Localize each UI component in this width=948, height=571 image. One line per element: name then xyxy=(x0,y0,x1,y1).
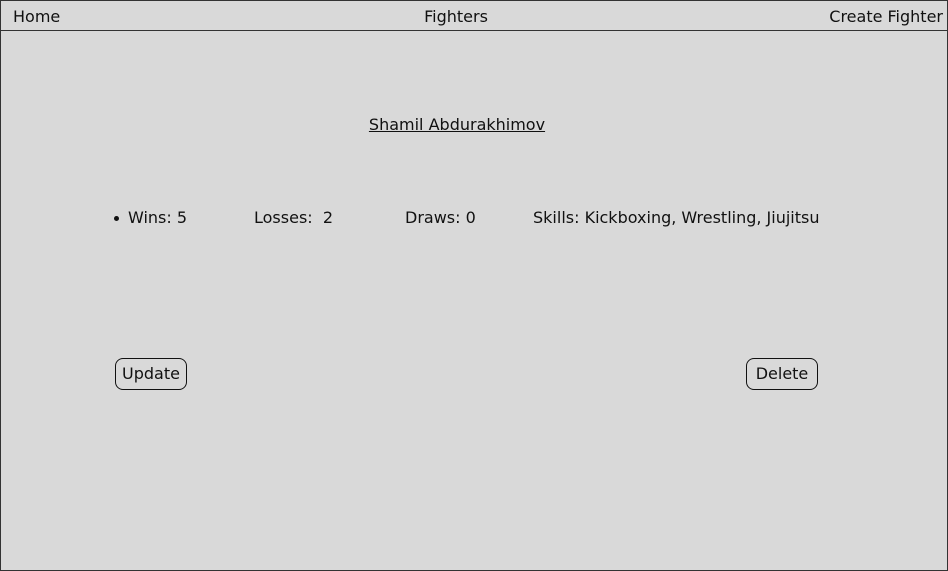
nav-fighters-link[interactable]: Fighters xyxy=(1,7,911,27)
stat-skills: Skills: Kickboxing, Wrestling, Jiujitsu xyxy=(533,208,820,227)
fighter-stats: Wins: 5 Losses: 2 Draws: 0 Skills: Kickb… xyxy=(1,208,947,230)
stat-losses: Losses: 2 xyxy=(254,208,334,227)
page-container: Home Fighters Create Fighter Shamil Abdu… xyxy=(0,0,948,571)
stat-draws: Draws: 0 xyxy=(405,208,476,227)
bullet-icon xyxy=(114,216,119,221)
stat-wins: Wins: 5 xyxy=(128,208,188,227)
fighter-name: Shamil Abdurakhimov xyxy=(368,115,546,134)
nav-create-fighter-link[interactable]: Create Fighter xyxy=(829,7,943,27)
update-button[interactable]: Update xyxy=(115,358,187,390)
delete-button[interactable]: Delete xyxy=(746,358,818,390)
navbar: Home Fighters Create Fighter xyxy=(1,1,947,31)
